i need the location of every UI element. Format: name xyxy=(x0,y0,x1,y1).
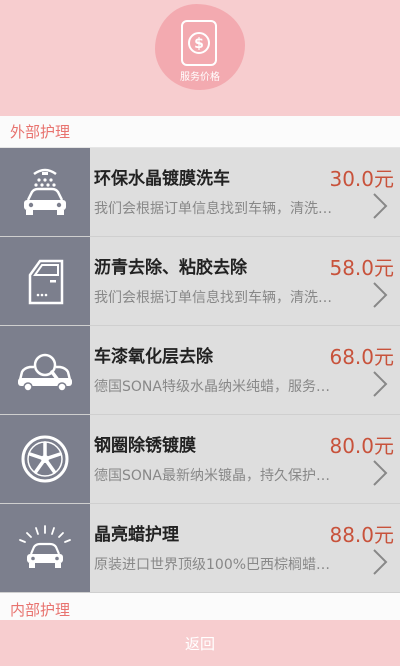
price-tag-icon: $ xyxy=(181,20,217,66)
car-door-icon xyxy=(0,237,90,325)
item-price: 88.0元 xyxy=(329,523,394,547)
item-description: 原装进口世界顶级100%巴西棕榈蜡… xyxy=(94,557,331,573)
chevron-right-icon xyxy=(373,549,388,575)
item-description: 德国SONA特级水晶纳米纯蜡，服务… xyxy=(94,379,330,395)
badge-label: 服务价格 xyxy=(180,72,220,83)
item-price: 30.0元 xyxy=(329,167,394,191)
item-title: 钢圈除锈镀膜 xyxy=(94,436,196,456)
list-item[interactable]: 环保水晶镀膜洗车 30.0元 我们会根据订单信息找到车辆，清洗… xyxy=(0,148,400,237)
shiny-car-icon xyxy=(0,504,90,592)
service-price-badge[interactable]: $ 服务价格 xyxy=(155,4,245,90)
item-price: 58.0元 xyxy=(329,256,394,280)
car-magnifier-icon xyxy=(0,326,90,414)
chevron-right-icon xyxy=(373,282,388,308)
chevron-right-icon xyxy=(373,460,388,486)
svg-text:$: $ xyxy=(194,36,204,52)
section-header-interior: 内部护理 xyxy=(0,593,400,620)
section-header-exterior: 外部护理 xyxy=(0,116,400,148)
list-item[interactable]: 晶亮蜡护理 88.0元 原装进口世界顶级100%巴西棕榈蜡… xyxy=(0,504,400,593)
item-description: 德国SONA最新纳米镀晶，持久保护… xyxy=(94,468,330,484)
service-list: 外部护理 环保水晶镀膜洗车 30.0元 我们会根据订单信息找到车辆，清洗… 沥青… xyxy=(0,116,400,620)
item-price: 80.0元 xyxy=(329,434,394,458)
header: $ 服务价格 xyxy=(0,0,400,116)
list-item[interactable]: 沥青去除、粘胶去除 58.0元 我们会根据订单信息找到车辆，清洗… xyxy=(0,237,400,326)
item-title: 环保水晶镀膜洗车 xyxy=(94,169,230,189)
item-description: 我们会根据订单信息找到车辆，清洗… xyxy=(94,290,332,306)
item-title: 沥青去除、粘胶去除 xyxy=(94,258,247,278)
list-item[interactable]: 钢圈除锈镀膜 80.0元 德国SONA最新纳米镀晶，持久保护… xyxy=(0,415,400,504)
item-title: 车漆氧化层去除 xyxy=(94,347,213,367)
item-price: 68.0元 xyxy=(329,345,394,369)
wheel-rim-icon xyxy=(0,415,90,503)
list-item[interactable]: 车漆氧化层去除 68.0元 德国SONA特级水晶纳米纯蜡，服务… xyxy=(0,326,400,415)
footer-bar: 返回 xyxy=(0,620,400,666)
item-title: 晶亮蜡护理 xyxy=(94,525,179,545)
item-description: 我们会根据订单信息找到车辆，清洗… xyxy=(94,201,332,217)
chevron-right-icon xyxy=(373,193,388,219)
car-wash-icon xyxy=(0,148,90,236)
back-button[interactable]: 返回 xyxy=(185,633,215,654)
chevron-right-icon xyxy=(373,371,388,397)
